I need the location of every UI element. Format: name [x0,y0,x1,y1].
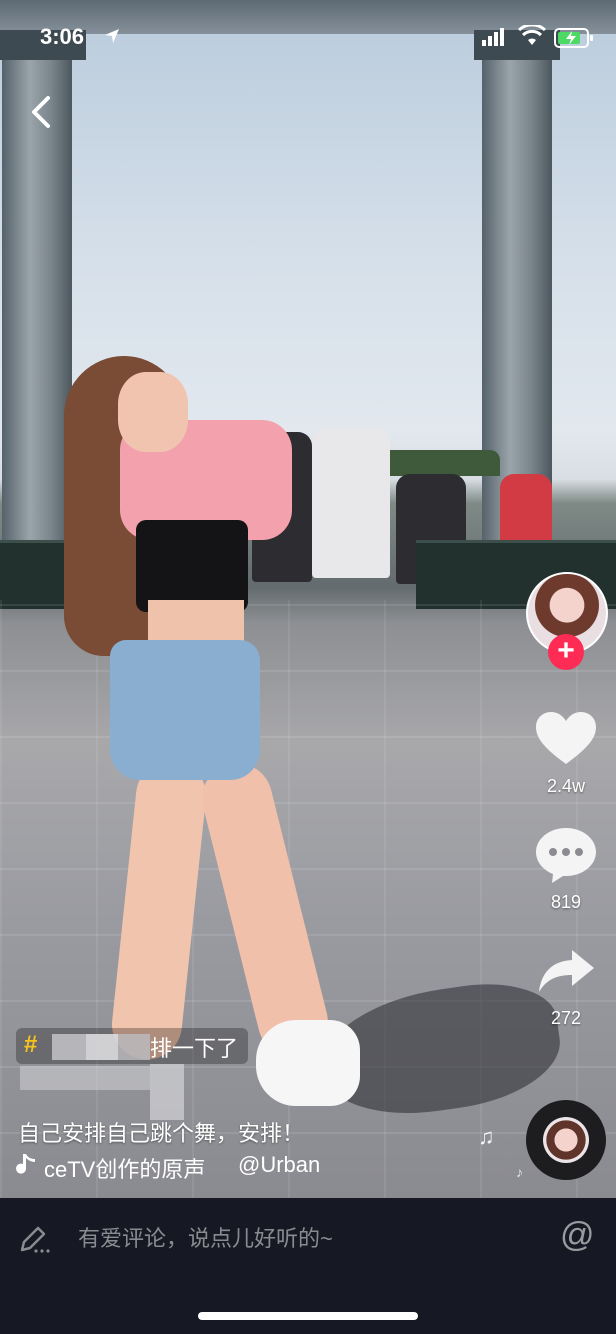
blurred-author-handle[interactable] [20,1066,150,1090]
dancer-face [118,372,188,452]
follow-button[interactable]: + [548,634,584,670]
comment-input[interactable] [78,1224,538,1254]
dancer-shoe [256,1020,360,1106]
blurred-text [150,1064,184,1120]
home-indicator[interactable] [198,1312,418,1320]
status-bar: 3:06 [0,0,616,76]
heart-icon[interactable] [534,710,598,766]
hashtag-text[interactable]: 排一下了 [150,1031,238,1063]
stone-floor [0,600,616,1198]
video-description: 自己安排自己跳个舞，安排！ [18,1121,305,1146]
music-sound-author: @Urban [238,1152,321,1177]
music-row[interactable]: ceTV创作的原声 @Urban [16,1150,346,1180]
status-time: 3:06 [40,24,85,49]
blurred-text [118,1034,150,1060]
music-disc-cover [543,1117,589,1163]
signal-icon [482,28,504,46]
dancer-black-top [136,520,248,612]
location-arrow-icon [105,29,119,43]
pen-icon [20,1226,50,1253]
comment-count: 819 [550,892,582,912]
video-screen: 3:06 + 2.4w 819 272 # 排一下了 自己安排自己跳个舞，安排！… [0,0,616,1334]
background-trees [380,450,500,476]
battery-icon [554,28,593,48]
like-count: 2.4w [546,776,586,796]
video-player[interactable] [0,0,616,1198]
floating-note-icon: ♫ [478,1124,495,1149]
blurred-text [52,1034,86,1060]
music-sound-name: ceTV创作的原声 [44,1157,206,1180]
music-note-icon [16,1154,35,1174]
plus-icon: + [557,634,575,667]
at-icon[interactable]: @ [560,1216,595,1255]
hashtag-icon: # [24,1031,38,1058]
back-icon[interactable] [24,92,60,132]
crowd-person [312,428,390,578]
dancer-shorts [110,640,260,780]
blurred-text [86,1034,118,1060]
share-icon[interactable] [534,946,598,996]
floating-note-icon: ♪ [516,1164,523,1180]
wifi-icon [518,25,546,45]
share-count: 272 [550,1008,582,1028]
comment-icon[interactable] [534,826,598,884]
